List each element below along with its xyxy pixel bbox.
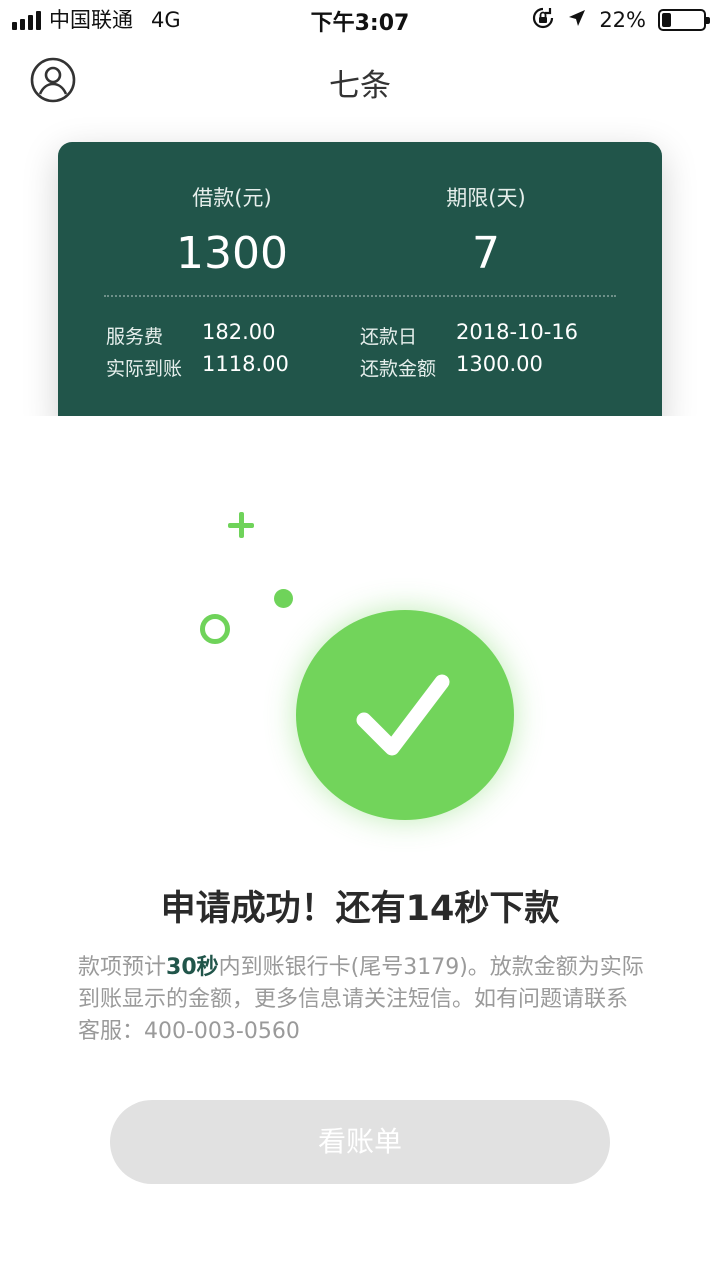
status-bar: 中国联通 4G 下午3:07 22% [0, 0, 720, 40]
battery-level [662, 13, 671, 27]
checkmark-circle-icon [296, 610, 514, 820]
actual-received-label: 实际到账 [106, 358, 183, 380]
repay-amount-value: 1300.00 [456, 352, 543, 376]
success-description: 款项预计30秒内到账银行卡(尾号3179)。放款金额为实际到账显示的金额，更多信… [78, 952, 648, 1048]
card-divider [104, 295, 616, 297]
orientation-lock-icon [531, 6, 555, 34]
view-bill-button[interactable]: 看账单 [110, 1100, 610, 1184]
loan-summary-card: 借款(元) 1300 期限(天) 7 服务费 182.00 实际到账 1118.… [58, 142, 662, 432]
app-screen: 中国联通 4G 下午3:07 22% 七条 借款(元) 1300 期限(天) 7… [0, 0, 720, 1280]
nav-bar: 七条 [0, 44, 720, 116]
loan-term-value: 7 [472, 228, 500, 279]
service-fee-label: 服务费 [106, 326, 164, 348]
status-right: 22% [531, 6, 710, 34]
loan-term-label: 期限(天) [446, 186, 526, 210]
loan-amount-block: 借款(元) 1300 [152, 182, 312, 279]
battery-percent: 22% [599, 8, 646, 32]
service-fee-value: 182.00 [202, 320, 276, 344]
repay-date-value: 2018-10-16 [456, 320, 579, 344]
location-arrow-icon [567, 8, 587, 32]
battery-icon [658, 9, 710, 31]
plus-decoration-icon [228, 512, 254, 538]
dot-decoration-icon [274, 589, 293, 608]
success-headline: 申请成功！还有14秒下款 [160, 889, 560, 929]
description-highlight: 30秒 [166, 955, 219, 980]
description-prefix: 款项预计 [78, 955, 167, 980]
page-title: 七条 [329, 68, 391, 104]
repay-date-label: 还款日 [360, 326, 418, 348]
repay-amount-label: 还款金额 [360, 358, 437, 380]
ring-decoration-icon [200, 614, 230, 644]
loan-term-block: 期限(天) 7 [406, 182, 566, 279]
loan-amount-label: 借款(元) [192, 186, 272, 210]
actual-received-value: 1118.00 [202, 352, 289, 376]
loan-amount-value: 1300 [176, 228, 288, 279]
